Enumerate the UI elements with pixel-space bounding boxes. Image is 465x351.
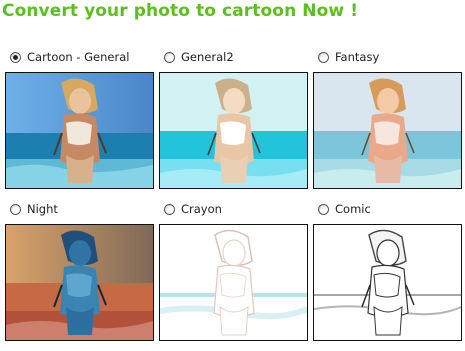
general2-preview-icon: [160, 73, 307, 188]
option-crayon[interactable]: Crayon: [164, 202, 222, 216]
radio-button[interactable]: [164, 51, 175, 63]
option-comic[interactable]: Comic: [318, 202, 371, 216]
thumbnail-general2[interactable]: [159, 72, 308, 189]
option-label: Cartoon - General: [27, 50, 130, 64]
option-general2[interactable]: General2: [164, 50, 234, 64]
thumbnail-comic[interactable]: [313, 224, 462, 341]
thumbnail-fantasy[interactable]: [313, 72, 462, 189]
night-preview-icon: [6, 225, 153, 340]
radio-button[interactable]: [318, 203, 329, 215]
option-night[interactable]: Night: [10, 202, 58, 216]
crayon-preview-icon: [160, 225, 307, 340]
radio-button-selected[interactable]: [10, 51, 21, 63]
comic-preview-icon: [314, 225, 461, 340]
option-label: Night: [27, 202, 58, 216]
cartoon-general-preview-icon: [6, 73, 153, 188]
option-label: Crayon: [181, 202, 222, 216]
thumbnail-crayon[interactable]: [159, 224, 308, 341]
option-fantasy[interactable]: Fantasy: [318, 50, 379, 64]
thumbnail-night[interactable]: [5, 224, 154, 341]
radio-button[interactable]: [164, 203, 175, 215]
radio-button[interactable]: [318, 51, 329, 63]
option-label: Fantasy: [335, 50, 380, 64]
radio-button[interactable]: [10, 203, 21, 215]
option-cartoon-general[interactable]: Cartoon - General: [10, 50, 129, 64]
thumbnail-cartoon-general[interactable]: [5, 72, 154, 189]
page-title: Convert your photo to cartoon Now !: [2, 1, 359, 21]
option-label: General2: [181, 50, 234, 64]
option-label: Comic: [335, 202, 371, 216]
fantasy-preview-icon: [314, 73, 461, 188]
